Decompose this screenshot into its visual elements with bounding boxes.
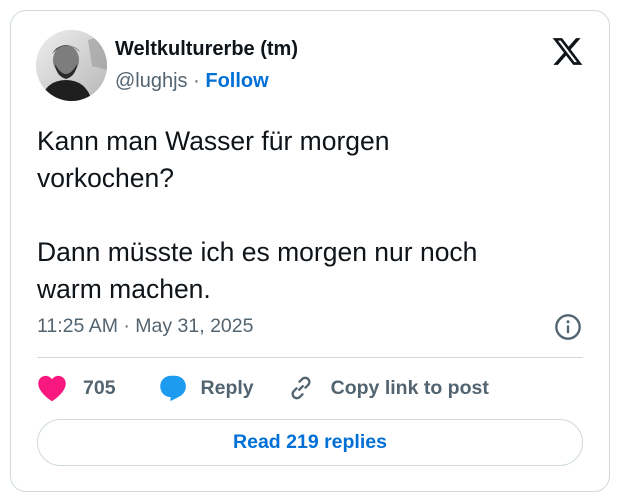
like-count: 705 <box>83 376 116 399</box>
like-button[interactable]: 705 <box>37 374 116 402</box>
copy-link-button[interactable]: Copy link to post <box>287 374 489 402</box>
tweet-text: Kann man Wasser für morgen vorkochen? Da… <box>37 126 478 304</box>
x-logo-icon[interactable] <box>551 35 584 68</box>
reply-bubble-icon <box>159 375 186 402</box>
author-handle[interactable]: @lughjs <box>115 70 188 92</box>
reply-button[interactable]: Reply <box>158 373 254 403</box>
author-handle-row: @lughjs · Follow <box>115 70 269 93</box>
avatar[interactable] <box>36 30 107 101</box>
tweet-card: Weltkulturerbe (tm) @lughjs · Follow Kan… <box>10 10 610 492</box>
read-replies-button[interactable]: Read 219 replies <box>37 419 583 466</box>
timestamp[interactable]: 11:25 AM · May 31, 2025 <box>37 315 253 338</box>
divider <box>37 357 583 358</box>
follow-link[interactable]: Follow <box>205 70 268 92</box>
tweet-time: 11:25 AM <box>37 315 118 337</box>
action-bar: 705 Reply Copy link to post <box>37 373 489 403</box>
timestamp-separator: · <box>123 315 130 337</box>
author-display-name[interactable]: Weltkulturerbe (tm) <box>115 38 298 61</box>
link-icon <box>291 376 311 400</box>
heart-icon <box>38 375 66 402</box>
copy-link-label: Copy link to post <box>330 376 489 399</box>
info-icon[interactable] <box>554 313 582 341</box>
tweet-date: May 31, 2025 <box>135 315 254 337</box>
reply-label: Reply <box>200 376 254 399</box>
avatar-image <box>36 30 107 101</box>
handle-separator: · <box>193 70 200 92</box>
